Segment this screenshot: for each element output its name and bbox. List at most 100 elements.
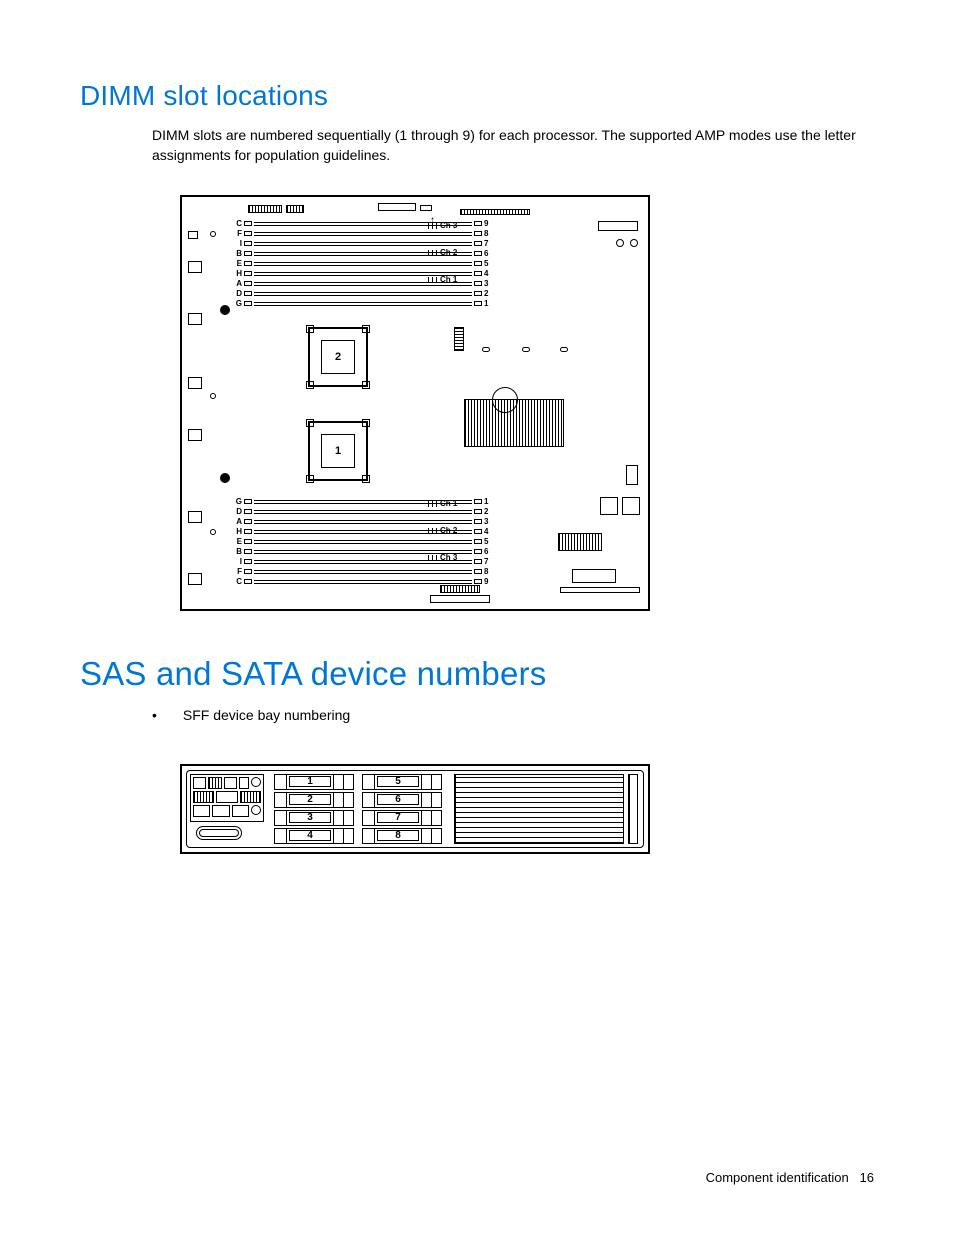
dimm-number: 4 [484, 527, 492, 536]
drive-bay: 8 [362, 828, 442, 844]
dimm-number: 7 [484, 557, 492, 566]
connector [560, 587, 640, 593]
dimm-number: 3 [484, 279, 492, 288]
connector [600, 497, 618, 515]
channel-label: Ch 1 [440, 499, 457, 508]
dimm-letter: H [232, 527, 242, 536]
figure-motherboard-diagram: ↑ C9 F8 I7 B6 E5 H4 A3 D2 G1 Ch 3 Ch 2 [180, 195, 650, 611]
channel-labels-bottom: Ch 1 Ch 2 Ch 3 [428, 499, 457, 562]
bullet-text: SFF device bay numbering [183, 707, 350, 723]
connector [572, 569, 616, 583]
battery-icon [492, 387, 518, 413]
cpu-socket-1: 1 [308, 421, 368, 481]
hole-icon [482, 347, 490, 352]
drive-bay: 5 [362, 774, 442, 790]
dimm-number: 1 [484, 299, 492, 308]
dimm-letter: A [232, 279, 242, 288]
edge-slot [188, 573, 202, 585]
channel-label: Ch 3 [440, 221, 457, 230]
dimm-number: 9 [484, 219, 492, 228]
drive-bay: 4 [274, 828, 354, 844]
bullet-sff-numbering: • SFF device bay numbering [152, 707, 874, 724]
dimm-number: 8 [484, 229, 492, 238]
bay-number: 1 [289, 776, 331, 787]
footer-section: Component identification [706, 1170, 849, 1185]
channel-label: Ch 2 [440, 248, 457, 257]
dimm-number: 7 [484, 239, 492, 248]
dimm-letter: B [232, 249, 242, 258]
edge-slot [188, 429, 202, 441]
drive-bay: 3 [274, 810, 354, 826]
connector [286, 205, 304, 213]
bay-number: 8 [377, 830, 419, 841]
dimm-letter: C [232, 577, 242, 586]
dimm-number: 9 [484, 577, 492, 586]
drive-bay: 7 [362, 810, 442, 826]
hole-icon [210, 393, 216, 399]
bay-number: 4 [289, 830, 331, 841]
hole-icon [188, 231, 198, 239]
edge-slot [188, 377, 202, 389]
dimm-number: 4 [484, 269, 492, 278]
dimm-letter: B [232, 547, 242, 556]
figure-drive-bay-diagram: 1 2 3 4 5 6 7 8 [180, 764, 650, 854]
bay-number: 3 [289, 812, 331, 823]
drive-bay: 1 [274, 774, 354, 790]
connector [622, 497, 640, 515]
bay-number: 6 [377, 794, 419, 805]
paragraph-dimm-intro: DIMM slots are numbered sequentially (1 … [152, 126, 864, 165]
channel-labels-top: Ch 3 Ch 2 Ch 1 [428, 221, 457, 284]
hole-icon [522, 347, 530, 352]
hole-icon [616, 239, 624, 247]
connector [454, 327, 464, 351]
connector [460, 209, 530, 215]
heading-sas-sata-device-numbers: SAS and SATA device numbers [80, 655, 874, 693]
dimm-letter: G [232, 299, 242, 308]
dimm-letter: E [232, 259, 242, 268]
dimm-number: 6 [484, 249, 492, 258]
channel-label: Ch 2 [440, 526, 457, 535]
connector [248, 205, 282, 213]
grille-edge [628, 774, 638, 844]
edge-slot [188, 261, 202, 273]
hole-icon [210, 231, 216, 237]
dimm-letter: C [232, 219, 242, 228]
dimm-letter: G [232, 497, 242, 506]
hole-icon [210, 529, 216, 535]
page-footer: Component identification 16 [706, 1170, 874, 1185]
dimm-number: 8 [484, 567, 492, 576]
front-control-panel [190, 774, 264, 844]
connector [430, 595, 490, 603]
drive-bay-column-1: 1 2 3 4 [274, 774, 354, 844]
bullet-icon: • [152, 707, 157, 724]
standoff-icon [220, 305, 230, 315]
dimm-letter: F [232, 229, 242, 238]
footer-page-number: 16 [860, 1170, 874, 1185]
connector [558, 533, 602, 551]
dimm-number: 5 [484, 259, 492, 268]
dimm-letter: H [232, 269, 242, 278]
bay-number: 7 [377, 812, 419, 823]
dimm-letter: E [232, 537, 242, 546]
connector [378, 203, 416, 211]
cpu-number: 2 [321, 340, 355, 374]
dimm-number: 2 [484, 289, 492, 298]
cpu-number: 1 [321, 434, 355, 468]
dimm-letter: I [232, 239, 242, 248]
connector [626, 465, 638, 485]
channel-label: Ch 3 [440, 553, 457, 562]
vga-port-icon [196, 826, 242, 840]
edge-slot [188, 511, 202, 523]
dimm-letter: A [232, 517, 242, 526]
dimm-number: 5 [484, 537, 492, 546]
cpu-socket-2: 2 [308, 327, 368, 387]
grille-panel [454, 774, 624, 844]
drive-bay: 2 [274, 792, 354, 808]
connector [598, 221, 638, 231]
dimm-number: 6 [484, 547, 492, 556]
heading-dimm-slot-locations: DIMM slot locations [80, 80, 874, 112]
drive-bay: 6 [362, 792, 442, 808]
channel-label: Ch 1 [440, 275, 457, 284]
dimm-letter: D [232, 507, 242, 516]
connector [420, 205, 432, 211]
